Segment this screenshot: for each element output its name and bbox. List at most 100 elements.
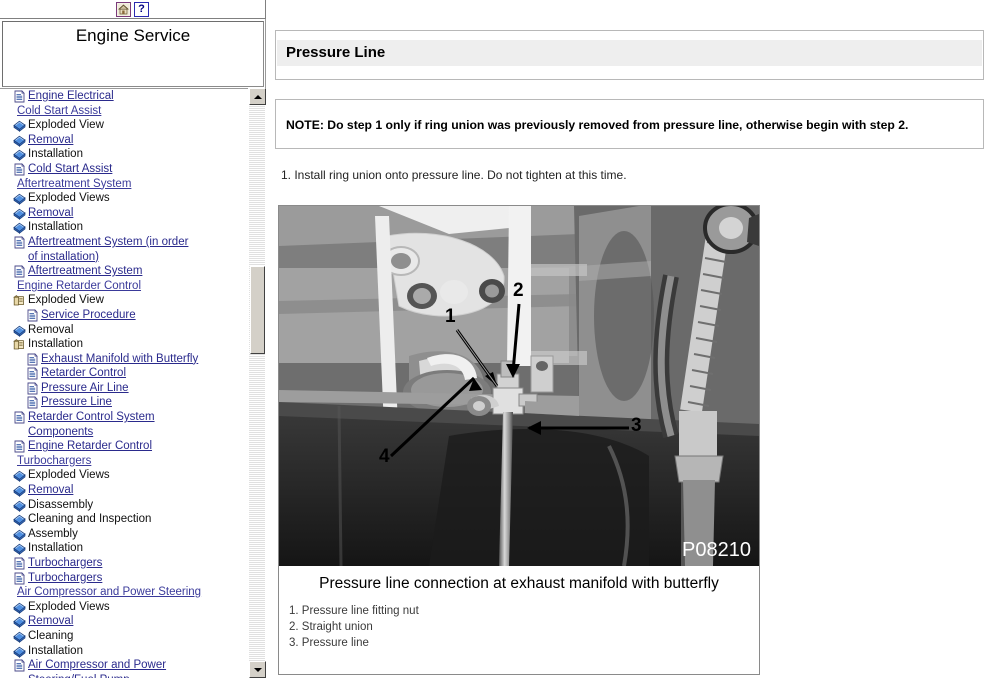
tree-item-label: Air Compressor and Power Steering [17, 586, 202, 599]
tree-item[interactable]: Installation [0, 147, 248, 162]
tree-item-label: Aftertreatment System [28, 265, 143, 278]
tree-item[interactable]: Aftertreatment System [0, 264, 248, 279]
tree-item[interactable]: Removal [0, 206, 248, 221]
legend-item: 1. Pressure line fitting nut [289, 605, 419, 617]
tree-item[interactable]: Engine Retarder Control [0, 279, 248, 294]
spacer-icon [2, 105, 15, 118]
engine-photo-illustration [279, 206, 759, 566]
tree-item[interactable]: Installation [0, 541, 248, 556]
help-button[interactable]: ? [134, 1, 149, 17]
page-icon [26, 367, 39, 380]
tree-item[interactable]: Cold Start Assist [0, 104, 248, 119]
page-icon [13, 163, 26, 176]
tree-item[interactable]: Turbochargers [0, 571, 248, 586]
tree-item[interactable]: Removal [0, 483, 248, 498]
tree-item-label: Turbochargers [28, 571, 103, 584]
tree-item-label: Engine Retarder Control [28, 440, 153, 453]
tree-item-label: Cold Start Assist [17, 104, 102, 117]
tree-item[interactable]: Exploded View [0, 118, 248, 133]
open-book-icon [13, 338, 26, 351]
tree-scrollbar[interactable] [248, 88, 266, 678]
tree-item[interactable]: Removal [0, 133, 248, 148]
tree-item[interactable]: Disassembly [0, 498, 248, 513]
figure-caption: Pressure line connection at exhaust mani… [319, 575, 719, 592]
tree-item[interactable]: Retarder Control [0, 366, 248, 381]
tree-item-label: Exploded Views [28, 469, 110, 482]
tree-item-label: Installation [28, 148, 83, 161]
callout-4: 4 [379, 446, 390, 467]
tree-item[interactable]: Exploded Views [0, 468, 248, 483]
tree-item-label: Removal [28, 484, 74, 497]
callout-2: 2 [513, 280, 524, 301]
tree-item-label: Removal [28, 133, 74, 146]
tree-item[interactable]: Turbochargers [0, 454, 248, 469]
tree-item[interactable]: Air Compressor and Power Steering/Fuel P… [0, 658, 248, 678]
note-text: NOTE: Do step 1 only if ring union was p… [286, 118, 909, 132]
tree-item[interactable]: Service Procedure [0, 308, 248, 323]
tree-item-label: Cold Start Assist [28, 162, 113, 175]
spacer-icon [2, 280, 15, 293]
figure: 1 2 3 4 P08210 Pressure line connection … [278, 205, 760, 675]
tree-item[interactable]: Air Compressor and Power Steering [0, 585, 248, 600]
tree-item[interactable]: Pressure Air Line [0, 381, 248, 396]
tree-item[interactable]: Engine Electrical [0, 89, 248, 104]
tree-item[interactable]: Exploded Views [0, 600, 248, 615]
photo-id-label: P08210 [682, 539, 751, 561]
page-icon [13, 557, 26, 570]
tree-item[interactable]: Turbochargers [0, 556, 248, 571]
navigation-tree[interactable]: Engine Electrical Cold Start Assist Explod… [0, 89, 248, 678]
tree-item-label: Removal [28, 615, 74, 628]
page-icon [26, 309, 39, 322]
tree-item[interactable]: Exploded View [0, 293, 248, 308]
tree-item-label: Exploded Views [28, 192, 110, 205]
tree-item-label: Exploded View [28, 119, 104, 132]
tree-item-label: Installation [28, 644, 83, 657]
page-icon [13, 411, 26, 424]
panel-title-box: Engine Service [2, 21, 264, 87]
tree-item[interactable]: Installation [0, 337, 248, 352]
tree-item[interactable]: Removal [0, 614, 248, 629]
spacer-icon [2, 586, 15, 599]
tree-item[interactable]: Exhaust Manifold with Butterfly [0, 352, 248, 367]
book-icon [13, 513, 26, 527]
home-button[interactable] [116, 1, 131, 17]
tree-item[interactable]: Cleaning [0, 629, 248, 644]
tree-item[interactable]: Engine Retarder Control [0, 439, 248, 454]
tree-item-label: Pressure Line [41, 396, 112, 409]
tree-item[interactable]: Cold Start Assist [0, 162, 248, 177]
tree-item[interactable]: Retarder Control System Components [0, 410, 248, 439]
tree-item[interactable]: Removal [0, 323, 248, 338]
tree-container: Engine Electrical Cold Start Assist Explod… [0, 88, 266, 678]
tree-item-label: Turbochargers [17, 454, 92, 467]
tree-item[interactable]: Installation [0, 644, 248, 659]
page-icon [13, 265, 26, 278]
book-icon [13, 528, 26, 541]
legend-item: 3. Pressure line [289, 637, 369, 649]
book-icon [13, 134, 26, 147]
book-icon [13, 484, 26, 497]
tree-item[interactable]: Aftertreatment System (in order of insta… [0, 235, 248, 264]
book-icon [13, 630, 26, 643]
page-icon [26, 381, 39, 395]
tree-item[interactable]: Assembly [0, 527, 248, 542]
tree-item-label: Removal [28, 206, 74, 219]
page-icon [26, 396, 39, 409]
book-icon [13, 601, 26, 614]
scroll-up-button[interactable] [249, 88, 266, 105]
tree-item[interactable]: Cleaning and Inspection [0, 512, 248, 527]
document-body: Pressure Line NOTE: Do step 1 only if ri… [275, 30, 992, 678]
step-1-text: 1. Install ring union onto pressure line… [281, 168, 627, 182]
tree-item[interactable]: Aftertreatment System [0, 177, 248, 192]
tree-item-label: Exploded View [28, 294, 104, 307]
tree-item[interactable]: Installation [0, 220, 248, 235]
tree-item[interactable]: Exploded Views [0, 191, 248, 206]
tree-item-label: Disassembly [28, 498, 94, 511]
section-title: Pressure Line [286, 44, 386, 61]
scroll-down-button[interactable] [249, 661, 266, 678]
help-button-label: ? [138, 2, 145, 15]
help-viewer-window: ? Engine Service Engine Electrical Cold S… [0, 0, 1000, 678]
scrollbar-thumb[interactable] [250, 266, 265, 354]
tree-item[interactable]: Pressure Line [0, 395, 248, 410]
book-icon [13, 469, 26, 483]
page-title: Engine Service [75, 26, 191, 45]
